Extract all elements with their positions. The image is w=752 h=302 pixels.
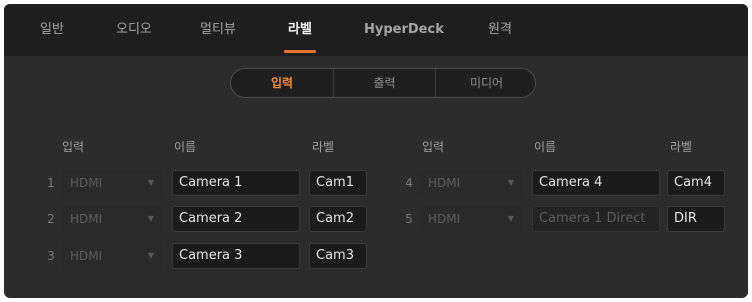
tab-multiview[interactable]: 멀티뷰: [200, 4, 236, 56]
tab-remote[interactable]: 원격: [488, 4, 512, 56]
tab-bar: 일반 오디오 멀티뷰 라벨 HyperDeck 원격: [4, 4, 748, 56]
source-select-value: HDMI: [70, 249, 103, 263]
name-field[interactable]: Camera 2: [172, 206, 300, 232]
name-field[interactable]: Camera 3: [172, 243, 300, 269]
input-number: 2: [47, 212, 55, 226]
column-header-label: 라벨: [670, 140, 693, 154]
column-header-name: 이름: [534, 140, 557, 154]
name-field[interactable]: Camera 1: [172, 170, 300, 196]
label-field[interactable]: Cam4: [667, 170, 725, 196]
label-field[interactable]: Cam3: [309, 243, 367, 269]
source-select-value: HDMI: [428, 176, 461, 190]
name-field[interactable]: Camera 4: [532, 170, 660, 196]
chevron-down-icon: ▼: [147, 178, 154, 187]
label-field[interactable]: Cam1: [309, 170, 367, 196]
chevron-down-icon: ▼: [147, 214, 154, 223]
source-select[interactable]: HDMI ▼: [62, 243, 162, 269]
column-header-name: 이름: [174, 140, 197, 154]
label-field[interactable]: DIR: [667, 206, 725, 232]
tab-general[interactable]: 일반: [40, 4, 64, 56]
chevron-down-icon: ▼: [507, 178, 514, 187]
column-header-label: 라벨: [312, 140, 335, 154]
column-header-input: 입력: [422, 140, 445, 154]
tab-labels[interactable]: 라벨: [283, 4, 316, 56]
label-category-segmented-control: 입력 출력 미디어: [230, 68, 536, 98]
input-number: 5: [405, 212, 413, 226]
segment-media[interactable]: 미디어: [436, 69, 535, 97]
input-number: 3: [47, 249, 55, 263]
labels-settings-window: 일반 오디오 멀티뷰 라벨 HyperDeck 원격 입력 출력 미디어 입력 …: [4, 4, 748, 298]
source-select-value: HDMI: [70, 176, 103, 190]
source-select-value: HDMI: [70, 212, 103, 226]
tab-hyperdeck[interactable]: HyperDeck: [364, 4, 444, 56]
name-field[interactable]: Camera 1 Direct: [532, 206, 660, 232]
label-field[interactable]: Cam2: [309, 206, 367, 232]
tab-audio[interactable]: 오디오: [116, 4, 152, 56]
source-select-value: HDMI: [428, 212, 461, 226]
segment-input[interactable]: 입력: [231, 69, 333, 97]
source-select[interactable]: HDMI ▼: [62, 206, 162, 232]
column-header-input: 입력: [62, 140, 85, 154]
input-number: 4: [405, 176, 413, 190]
segment-output[interactable]: 출력: [334, 69, 435, 97]
input-number: 1: [47, 176, 55, 190]
source-select[interactable]: HDMI ▼: [62, 170, 162, 196]
source-select[interactable]: HDMI ▼: [420, 206, 522, 232]
chevron-down-icon: ▼: [147, 251, 154, 260]
chevron-down-icon: ▼: [507, 214, 514, 223]
source-select[interactable]: HDMI ▼: [420, 170, 522, 196]
